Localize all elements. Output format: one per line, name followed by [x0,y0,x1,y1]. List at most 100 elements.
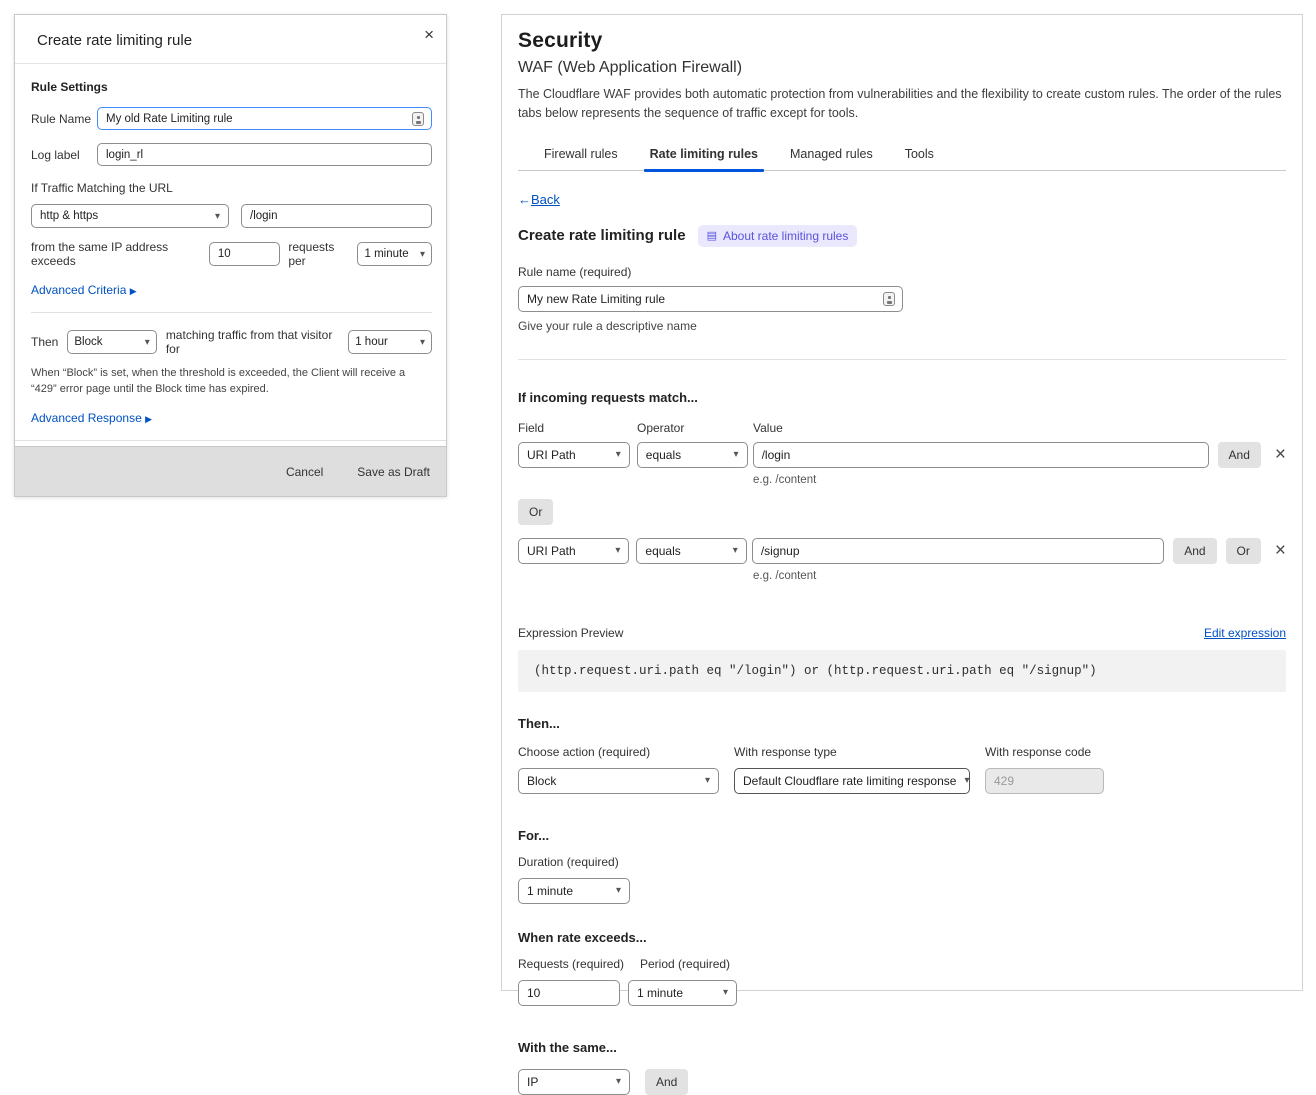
arrow-left-icon: ← [518,192,531,207]
advanced-response-link[interactable]: Advanced Response ▶ [31,411,152,425]
characteristic-select[interactable]: IP ▾ [518,1069,630,1095]
value-hint: e.g. /content [753,474,1286,486]
action-select-value: Block [74,336,102,348]
rule-name-input[interactable] [518,286,903,312]
security-waf-panel: Security WAF (Web Application Firewall) … [501,14,1303,991]
period-label: Period (required) [640,957,730,971]
waf-tabs: Firewall rules Rate limiting rules Manag… [518,141,1286,171]
response-type-select[interactable]: Default Cloudflare rate limiting respons… [734,768,970,794]
chevron-down-icon: ▾ [420,337,425,348]
tab-managed-rules[interactable]: Managed rules [788,141,875,170]
tab-firewall-rules[interactable]: Firewall rules [542,141,620,170]
period-select-value: 1 minute [364,248,408,260]
delete-condition-icon[interactable]: × [1275,541,1286,560]
or-connector-button[interactable]: Or [518,499,553,525]
about-rate-limiting-badge[interactable]: ▤ About rate limiting rules [698,225,858,247]
chevron-down-icon: ▾ [420,249,425,260]
rule-settings-heading: Rule Settings [31,80,432,94]
page-title: Security [518,29,1286,53]
response-code-label: With response code [985,745,1145,759]
autofill-icon[interactable] [883,292,895,306]
tab-rate-limiting-rules[interactable]: Rate limiting rules [648,141,760,170]
then-label: Then [31,335,58,349]
rule-name-label: Rule name (required) [518,265,1286,279]
log-label-row: Log label [31,143,432,166]
action-select[interactable]: Block ▾ [67,330,156,354]
chevron-down-icon: ▾ [733,545,738,556]
log-label-input[interactable] [97,143,432,166]
duration-select[interactable]: 1 minute ▾ [518,878,630,904]
divider [15,440,446,441]
log-label-label: Log label [31,148,97,162]
back-link[interactable]: ←Back [518,192,560,207]
and-connector-button[interactable]: And [1173,538,1216,564]
chevron-down-icon: ▾ [615,545,620,556]
block-note: When “Block” is set, when the threshold … [31,366,432,398]
action-row: Then Block ▾ matching traffic from that … [31,328,432,356]
block-duration-value: 1 hour [355,336,388,348]
threshold-row: from the same IP address exceeds request… [31,240,432,268]
modal-header: Create rate limiting rule × [15,15,446,64]
chevron-down-icon: ▾ [964,775,969,786]
threshold-input[interactable] [209,242,281,266]
or-connector-button[interactable]: Or [1226,538,1261,564]
operator-column-label: Operator [637,421,753,435]
add-characteristic-and-button[interactable]: And [645,1069,688,1095]
traffic-match-label: If Traffic Matching the URL [31,181,432,195]
chevron-down-icon: ▾ [705,775,710,786]
requests-label: Requests (required) [518,957,628,971]
close-icon[interactable]: × [424,25,434,45]
old-rate-limit-modal: Create rate limiting rule × Rule Setting… [14,14,447,497]
value-column-label: Value [753,421,783,435]
save-as-draft-button[interactable]: Save as Draft [357,465,430,479]
expand-right-icon: ▶ [130,286,137,296]
chevron-down-icon: ▾ [734,449,739,460]
autofill-icon[interactable] [412,112,424,126]
waf-description: The Cloudflare WAF provides both automat… [518,85,1286,123]
document-icon: ▤ [707,229,717,242]
field-select[interactable]: URI Path ▾ [518,538,629,564]
chevron-down-icon: ▾ [616,449,621,460]
tab-tools[interactable]: Tools [903,141,936,170]
scheme-select-value: http & https [40,210,98,222]
chevron-down-icon: ▾ [145,337,150,348]
action-select[interactable]: Block ▾ [518,768,719,794]
expression-preview-label: Expression Preview [518,626,623,640]
edit-expression-link[interactable]: Edit expression [1204,626,1286,640]
field-select[interactable]: URI Path ▾ [518,442,630,468]
rate-section-title: When rate exceeds... [518,930,1286,945]
cancel-button[interactable]: Cancel [286,465,323,479]
then-section-title: Then... [518,716,1286,731]
scheme-select[interactable]: http & https ▾ [31,204,229,228]
condition-row: URI Path ▾ equals ▾ And × [518,442,1286,468]
page-subtitle: WAF (Web Application Firewall) [518,59,1286,77]
rate-period-select[interactable]: 1 minute ▾ [628,980,737,1006]
operator-select[interactable]: equals ▾ [637,442,748,468]
value-input[interactable] [753,442,1209,468]
operator-select[interactable]: equals ▾ [636,538,746,564]
requests-input[interactable] [518,980,620,1006]
rule-name-input[interactable] [97,107,432,130]
block-duration-select[interactable]: 1 hour ▾ [348,330,432,354]
chevron-down-icon: ▾ [215,211,220,222]
response-code-input [985,768,1104,794]
rule-name-row: Rule Name [31,107,432,130]
then-suffix: matching traffic from that visitor for [166,328,339,356]
advanced-criteria-link[interactable]: Advanced Criteria ▶ [31,283,137,297]
delete-condition-icon[interactable]: × [1275,445,1286,464]
badge-label: About rate limiting rules [723,229,848,243]
period-select[interactable]: 1 minute ▾ [357,242,432,266]
choose-action-label: Choose action (required) [518,745,734,759]
condition-row: URI Path ▾ equals ▾ And Or × [518,538,1286,564]
rule-name-label: Rule Name [31,112,97,126]
modal-body: Rule Settings Rule Name Log label If Tra… [15,64,446,470]
value-hint: e.g. /content [753,570,1286,582]
url-pattern-input[interactable] [241,204,432,228]
modal-footer: Cancel Save as Draft [15,446,446,496]
value-input[interactable] [752,538,1164,564]
chevron-down-icon: ▾ [616,885,621,896]
expand-right-icon: ▶ [145,414,152,424]
modal-title: Create rate limiting rule [37,32,192,49]
and-connector-button[interactable]: And [1218,442,1261,468]
chevron-down-icon: ▾ [723,987,728,998]
